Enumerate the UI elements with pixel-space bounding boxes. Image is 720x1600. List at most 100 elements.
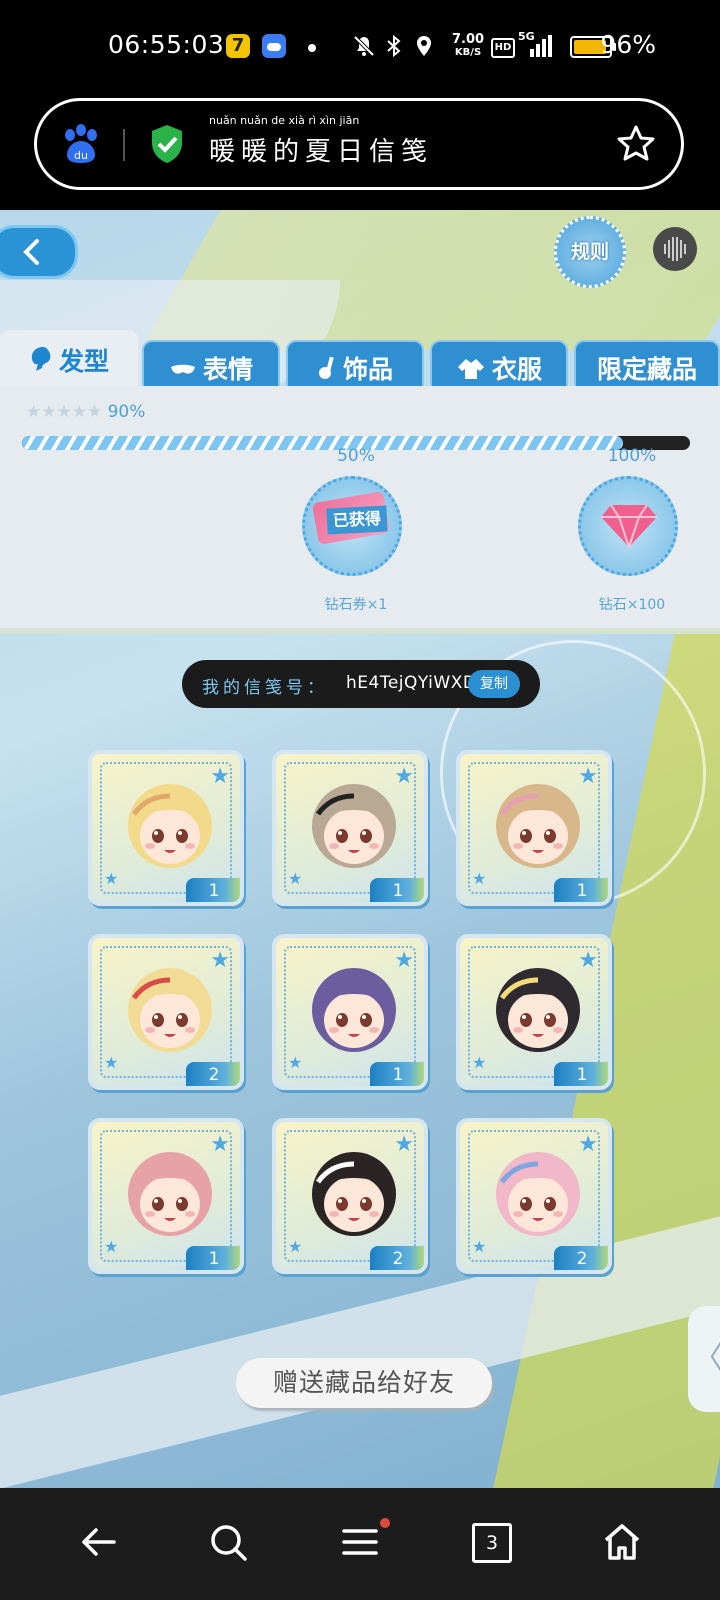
svg-text:du: du (74, 149, 88, 162)
search-icon[interactable] (208, 1522, 248, 1562)
net-speed-value: 7.00 (452, 32, 485, 47)
tabs-count-button[interactable]: 3 (472, 1523, 512, 1563)
bookmark-star-icon[interactable] (615, 123, 657, 165)
claimed-badge: 已获得 (326, 505, 388, 535)
back-arrow-icon[interactable] (78, 1522, 118, 1562)
baidu-paw-icon[interactable]: du (61, 123, 101, 165)
item-count: 2 (186, 1062, 240, 1086)
hairstyle-item[interactable]: ★ ★ 1 (272, 934, 428, 1090)
star-decoration-icon: ★ (472, 1237, 487, 1256)
tab-hairstyle[interactable]: 发型 (0, 330, 138, 386)
copy-button[interactable]: 复制 (468, 670, 520, 698)
rules-button[interactable]: 规则 (554, 216, 626, 288)
star-decoration-icon: ★ (472, 1053, 487, 1072)
item-count: 2 (370, 1246, 424, 1270)
tab-label: 表情 (202, 355, 253, 384)
milestone-reward-text: 钻石券×1 (324, 597, 388, 613)
net-speed-unit: KB/S (454, 47, 482, 58)
star-decoration-icon: ★ (288, 869, 303, 888)
tab-label: 衣服 (491, 355, 542, 384)
menu-icon[interactable] (340, 1522, 380, 1562)
category-tabs: 发型 表情 饰品 衣服 限定藏品 (0, 330, 720, 386)
page-title: 暖暖的夏日信笺 (209, 137, 434, 167)
status-time: 06:55:03 (108, 30, 225, 59)
star-decoration-icon: ★ (104, 869, 119, 888)
web-content: 规则 发型 表情 饰品 衣服 限定藏品 ★★★★★ 90% 50% 已获得 钻石… (0, 210, 720, 1488)
hairstyle-item[interactable]: ★ ★ 1 (88, 1118, 244, 1274)
character-head-icon (128, 784, 212, 868)
voice-button[interactable] (653, 227, 697, 271)
tab-clothes[interactable]: 衣服 (430, 340, 568, 386)
clothes-icon (457, 359, 484, 379)
progress-title-faded: ★★★★★ (26, 402, 108, 422)
hairstyle-item[interactable]: ★ ★ 2 (88, 934, 244, 1090)
milestone-reward-100[interactable] (578, 476, 678, 576)
milestone-reward-text: 钻石×100 (598, 597, 666, 613)
character-head-icon (128, 1152, 212, 1236)
item-count: 1 (554, 1062, 608, 1086)
character-head-icon (128, 968, 212, 1052)
back-button[interactable] (0, 225, 78, 279)
hairstyle-item[interactable]: ★ ★ 1 (272, 750, 428, 906)
character-head-icon (496, 784, 580, 868)
star-decoration-icon: ★ (288, 1237, 303, 1256)
star-decoration-icon: ★ (472, 869, 487, 888)
tab-expression[interactable]: 表情 (142, 340, 280, 386)
gift-code-bar: 我的信笺号： hE4TejQYiWXD 复制 (182, 660, 540, 708)
chevron-left-icon (23, 239, 39, 265)
hd-badge: HD (491, 38, 515, 58)
item-count: 2 (554, 1246, 608, 1270)
notification-app-icon: 7 (226, 34, 250, 58)
character-head-icon (312, 1152, 396, 1236)
accessory-icon (318, 356, 334, 379)
address-bar[interactable]: du nuǎn nuǎn de xià rì xìn jiān 暖暖的夏日信笺 (34, 98, 684, 190)
tab-label: 限定藏品 (596, 355, 697, 384)
location-icon (417, 36, 431, 56)
collection-progress-panel: ★★★★★ 90% 50% 已获得 钻石券×1 100% 钻石×100 (0, 386, 720, 634)
gift-code-label: 我的信笺号： (202, 678, 328, 698)
character-head-icon (496, 968, 580, 1052)
hair-icon (31, 347, 51, 371)
hairstyle-item[interactable]: ★ ★ 1 (456, 934, 612, 1090)
signal-strength-icon (530, 35, 552, 57)
gift-code-value: hE4TejQYiWXD (346, 673, 477, 693)
more-notifications-dot-icon (308, 44, 316, 52)
tab-accessory[interactable]: 饰品 (286, 340, 424, 386)
star-decoration-icon: ★ (104, 1237, 119, 1256)
side-drawer-handle[interactable]: 〈 (688, 1306, 720, 1412)
battery-percent: 96% (600, 30, 656, 59)
sound-wave-icon (664, 237, 686, 261)
gift-to-friend-button[interactable]: 赠送藏品给好友 (236, 1358, 492, 1408)
hairstyle-item[interactable]: ★ ★ 2 (456, 1118, 612, 1274)
tab-limited-collection[interactable]: 限定藏品 (574, 340, 720, 386)
character-head-icon (496, 1152, 580, 1236)
tab-label: 饰品 (342, 355, 393, 384)
page-title-pinyin: nuǎn nuǎn de xià rì xìn jiān (209, 114, 360, 127)
milestone-label: 100% (607, 446, 657, 466)
cloud-app-icon (262, 34, 286, 58)
hairstyle-item[interactable]: ★ ★ 2 (272, 1118, 428, 1274)
mute-icon (353, 35, 375, 57)
net-speed: 7.00 KB/S (452, 33, 484, 59)
progress-text: ★★★★★ 90% (26, 402, 145, 422)
item-count: 1 (186, 878, 240, 902)
star-decoration-icon: ★ (104, 1053, 119, 1072)
item-count: 1 (370, 1062, 424, 1086)
star-decoration-icon: ★ (288, 1053, 303, 1072)
item-count: 1 (370, 878, 424, 902)
character-head-icon (312, 784, 396, 868)
home-icon[interactable] (602, 1522, 642, 1562)
browser-nav-bar: 3 (0, 1488, 720, 1600)
item-count: 1 (186, 1246, 240, 1270)
address-divider (123, 129, 125, 161)
tab-label: 发型 (58, 347, 109, 376)
milestone-reward-50[interactable]: 已获得 (302, 476, 402, 576)
diamond-icon (601, 504, 657, 549)
mask-icon (170, 364, 195, 374)
hairstyle-item[interactable]: ★ ★ 1 (88, 750, 244, 906)
bluetooth-icon (387, 34, 401, 58)
hairstyle-item[interactable]: ★ ★ 1 (456, 750, 612, 906)
milestone-label: 50% (337, 446, 375, 466)
progress-percent: 90% (107, 402, 146, 422)
secure-shield-icon (152, 125, 182, 163)
